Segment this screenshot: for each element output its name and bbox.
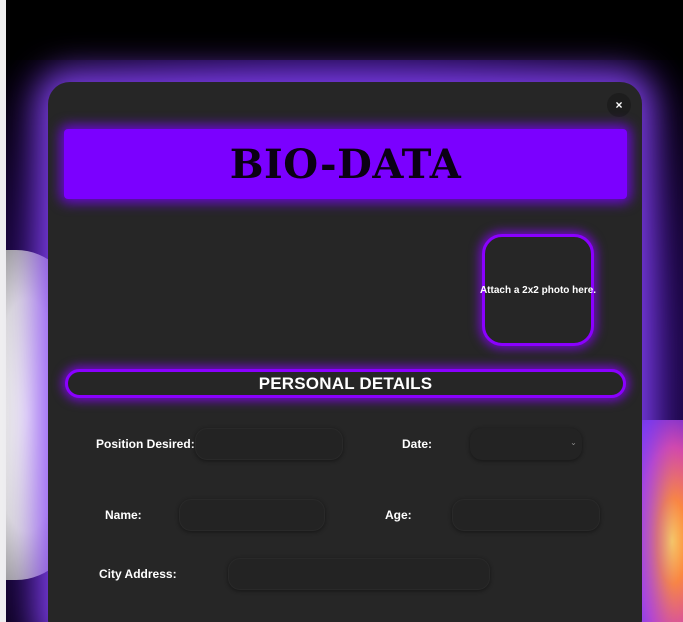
- date-select[interactable]: ⌄: [470, 428, 582, 460]
- position-label: Position Desired:: [96, 437, 195, 451]
- close-button[interactable]: ×: [607, 93, 631, 117]
- position-input[interactable]: [195, 428, 343, 460]
- section-header-personal-details: PERSONAL DETAILS: [65, 369, 626, 398]
- name-label: Name:: [105, 508, 142, 522]
- biodata-modal: × BIO-DATA Attach a 2x2 photo here. PERS…: [48, 82, 642, 622]
- photo-placeholder-text: Attach a 2x2 photo here.: [479, 284, 597, 296]
- city-address-input[interactable]: [228, 558, 490, 590]
- photo-upload[interactable]: Attach a 2x2 photo here.: [479, 234, 597, 346]
- city-address-label: City Address:: [99, 567, 177, 581]
- date-label: Date:: [402, 437, 433, 451]
- name-input[interactable]: [179, 499, 325, 531]
- title-banner: BIO-DATA: [64, 129, 627, 199]
- age-label: Age:: [385, 508, 412, 522]
- page-title: BIO-DATA: [229, 140, 462, 188]
- chevron-down-icon: ⌄: [570, 438, 577, 447]
- close-icon: ×: [615, 98, 623, 112]
- age-input[interactable]: [452, 499, 600, 531]
- section-title: PERSONAL DETAILS: [258, 373, 433, 393]
